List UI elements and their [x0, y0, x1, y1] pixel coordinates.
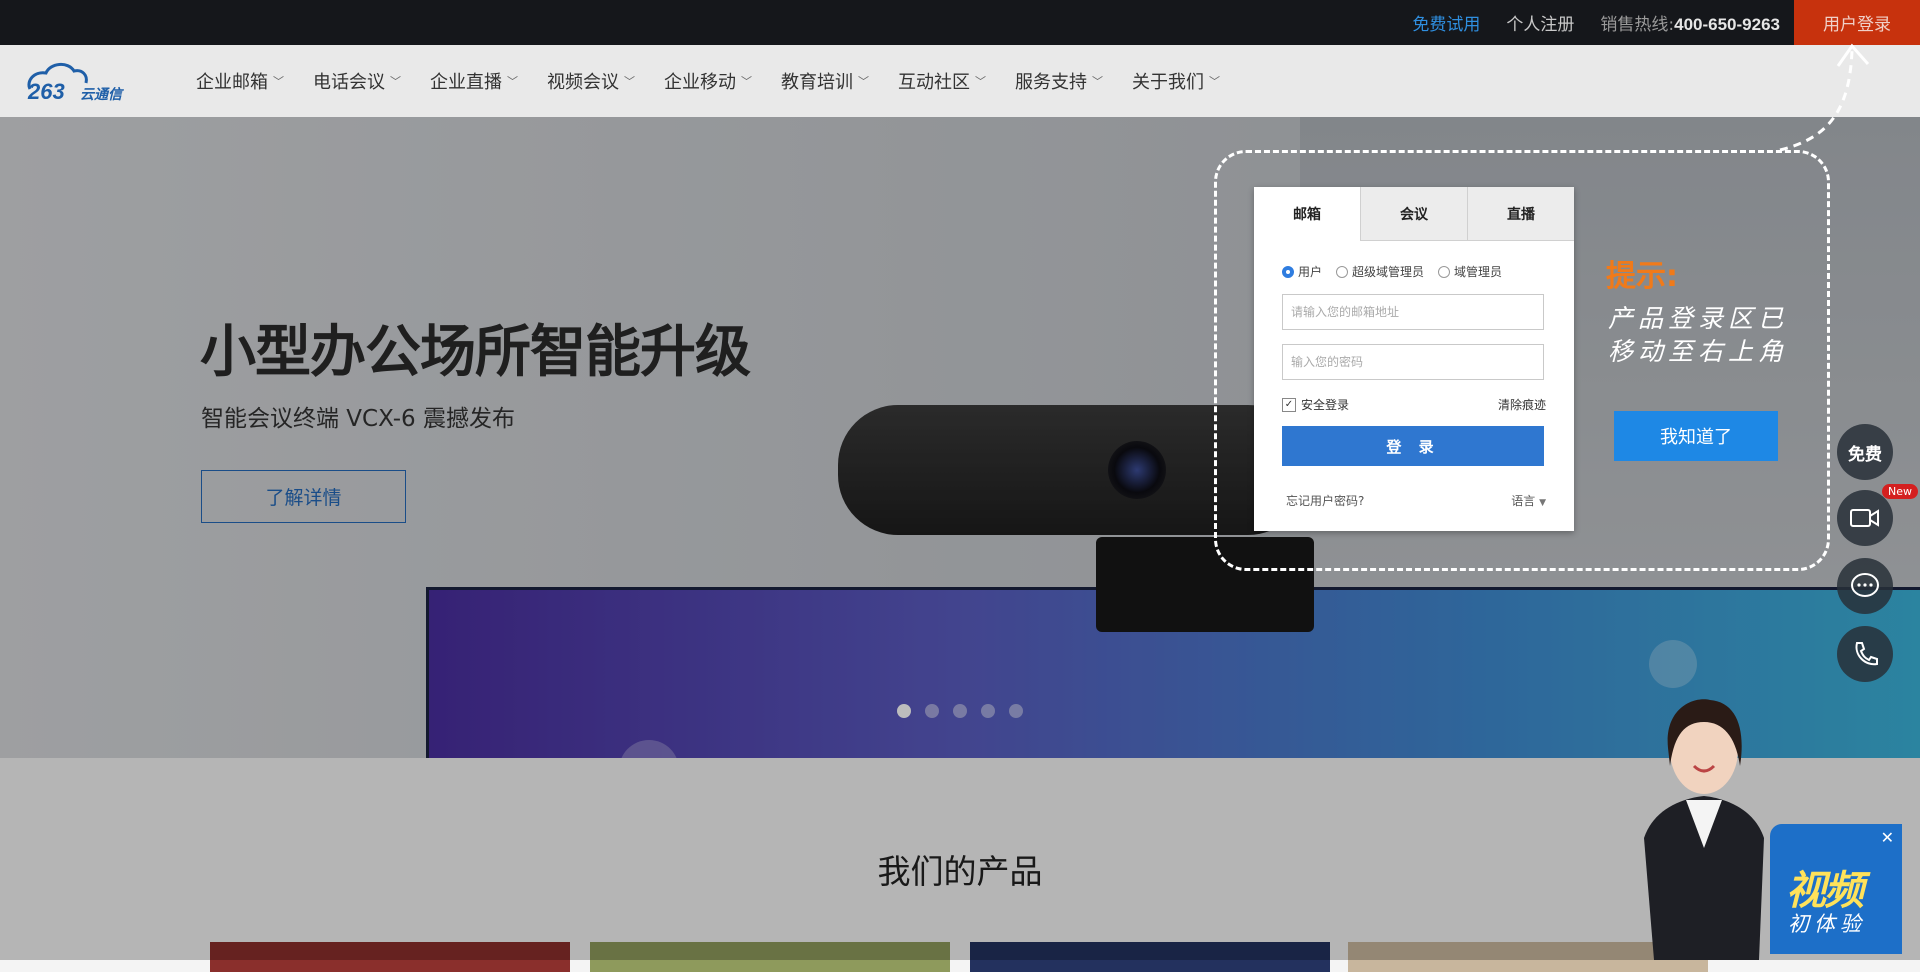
- language-label: 语言: [1511, 494, 1536, 508]
- nav-label: 教育培训: [781, 72, 853, 93]
- chevron-down-icon: ﹀: [975, 75, 986, 88]
- got-it-button[interactable]: 我知道了: [1614, 411, 1778, 461]
- checkbox-label: 安全登录: [1301, 398, 1350, 412]
- nav-label: 电话会议: [313, 72, 385, 93]
- tab-meeting[interactable]: 会议: [1360, 187, 1467, 241]
- radio-icon: [1336, 265, 1349, 278]
- nav-item-support[interactable]: 服务支持 ﹀: [1015, 68, 1103, 94]
- nav-label: 关于我们: [1132, 72, 1204, 93]
- nav-label: 互动社区: [898, 72, 970, 93]
- chevron-down-icon: ﹀: [507, 75, 518, 88]
- logo-icon: 263 云通信: [27, 63, 124, 104]
- nav-item-mail[interactable]: 企业邮箱 ﹀: [196, 68, 284, 94]
- svg-text:263: 263: [27, 79, 65, 103]
- chat-bubble-icon: [1851, 573, 1879, 597]
- role-user[interactable]: 用户: [1282, 263, 1322, 280]
- logo[interactable]: 263 云通信: [24, 59, 154, 104]
- phone-float-button[interactable]: [1837, 626, 1893, 682]
- tab-mail[interactable]: 邮箱: [1254, 187, 1360, 241]
- tip-line: 产品登录区已: [1608, 304, 1789, 333]
- nav-label: 企业邮箱: [196, 72, 268, 93]
- hotline-number: 400-650-9263: [1674, 15, 1780, 34]
- role-super-admin[interactable]: 超级域管理员: [1336, 263, 1424, 280]
- svg-text:云通信: 云通信: [80, 86, 124, 103]
- role-label: 用户: [1298, 265, 1323, 279]
- checkbox-icon: ✓: [1282, 397, 1296, 412]
- login-footer: 忘记用户密码? 语言 ▼: [1286, 492, 1546, 509]
- video-camera-icon: [1850, 509, 1879, 527]
- role-domain-admin[interactable]: 域管理员: [1438, 263, 1502, 280]
- chevron-down-icon: ﹀: [741, 75, 752, 88]
- nav-menu: 企业邮箱 ﹀ 电话会议 ﹀ 企业直播 ﹀ 视频会议 ﹀ 企业移动 ﹀ 教育培训 ﹀ 互动社区…: [196, 45, 1249, 117]
- chevron-down-icon: ﹀: [858, 75, 869, 88]
- tab-live[interactable]: 直播: [1467, 187, 1574, 241]
- login-submit-button[interactable]: 登 录: [1282, 426, 1544, 466]
- language-select[interactable]: 语言 ▼: [1511, 492, 1546, 509]
- free-float-button[interactable]: 免费: [1837, 424, 1893, 480]
- nav-item-community[interactable]: 互动社区 ﹀: [898, 68, 986, 94]
- main-nav: 263 云通信 企业邮箱 ﹀ 电话会议 ﹀ 企业直播 ﹀ 视频会议 ﹀ 企业移动 ﹀ 教育…: [0, 45, 1920, 118]
- forgot-password-link[interactable]: 忘记用户密码?: [1286, 492, 1364, 509]
- customer-service-agent-image: [1644, 699, 1764, 960]
- top-bar: 免费试用 个人注册 销售热线:400-650-9263 用户登录: [0, 0, 1920, 45]
- hotline-label: 销售热线:: [1600, 15, 1675, 35]
- chevron-down-icon: ﹀: [1092, 75, 1103, 88]
- dashed-arrow-icon: [1779, 43, 1870, 152]
- free-trial-link[interactable]: 免费试用: [1412, 10, 1480, 35]
- nav-item-about[interactable]: 关于我们 ﹀: [1132, 68, 1220, 94]
- nav-label: 视频会议: [547, 72, 619, 93]
- tip-title: 提示:: [1606, 259, 1678, 294]
- free-label: 免费: [1848, 444, 1882, 465]
- video-float-button[interactable]: [1837, 490, 1893, 546]
- login-options: ✓ 安全登录 清除痕迹: [1282, 396, 1546, 413]
- email-field[interactable]: 请输入您的邮箱地址: [1282, 294, 1544, 330]
- phone-icon: [1855, 642, 1878, 666]
- nav-item-conference-call[interactable]: 电话会议 ﹀: [313, 68, 401, 94]
- role-radios: 用户 超级域管理员 域管理员: [1282, 263, 1574, 280]
- nav-item-mobile[interactable]: 企业移动 ﹀: [664, 68, 752, 94]
- close-icon[interactable]: ✕: [1881, 828, 1894, 847]
- new-badge: New: [1882, 484, 1918, 499]
- chevron-down-icon: ﹀: [273, 75, 284, 88]
- radio-icon: [1282, 265, 1294, 278]
- login-tabs: 邮箱 会议 直播: [1254, 187, 1574, 241]
- chat-float-button[interactable]: [1837, 558, 1893, 614]
- video-trial-promo[interactable]: ✕ 视频 初体验: [1770, 824, 1902, 954]
- register-link[interactable]: 个人注册: [1506, 10, 1574, 35]
- caret-down-icon: ▼: [1539, 498, 1546, 508]
- nav-item-video-meeting[interactable]: 视频会议 ﹀: [547, 68, 635, 94]
- chevron-down-icon: ﹀: [624, 75, 635, 88]
- role-label: 超级域管理员: [1352, 265, 1425, 279]
- nav-label: 企业直播: [430, 72, 502, 93]
- top-links: 免费试用 个人注册 销售热线:400-650-9263: [1386, 0, 1780, 45]
- nav-label: 服务支持: [1015, 72, 1087, 93]
- sales-hotline: 销售热线:400-650-9263: [1600, 10, 1780, 35]
- role-label: 域管理员: [1454, 265, 1503, 279]
- chevron-down-icon: ﹀: [390, 75, 401, 88]
- nav-label: 企业移动: [664, 72, 736, 93]
- nav-item-education[interactable]: 教育培训 ﹀: [781, 68, 869, 94]
- chevron-down-icon: ﹀: [1209, 75, 1220, 88]
- radio-icon: [1438, 265, 1451, 278]
- promo-subtitle: 初体验: [1788, 912, 1866, 936]
- secure-login-checkbox[interactable]: ✓ 安全登录: [1282, 396, 1349, 413]
- nav-item-live[interactable]: 企业直播 ﹀: [430, 68, 518, 94]
- tip-message: 产品登录区已 移动至右上角: [1608, 302, 1788, 368]
- password-field[interactable]: 输入您的密码: [1282, 344, 1544, 380]
- login-panel: 邮箱 会议 直播 用户 超级域管理员 域管理员 请输入您的邮箱地址 输入您的密码…: [1254, 187, 1574, 531]
- clear-trace-link[interactable]: 清除痕迹: [1498, 396, 1546, 413]
- tip-line: 移动至右上角: [1608, 337, 1789, 366]
